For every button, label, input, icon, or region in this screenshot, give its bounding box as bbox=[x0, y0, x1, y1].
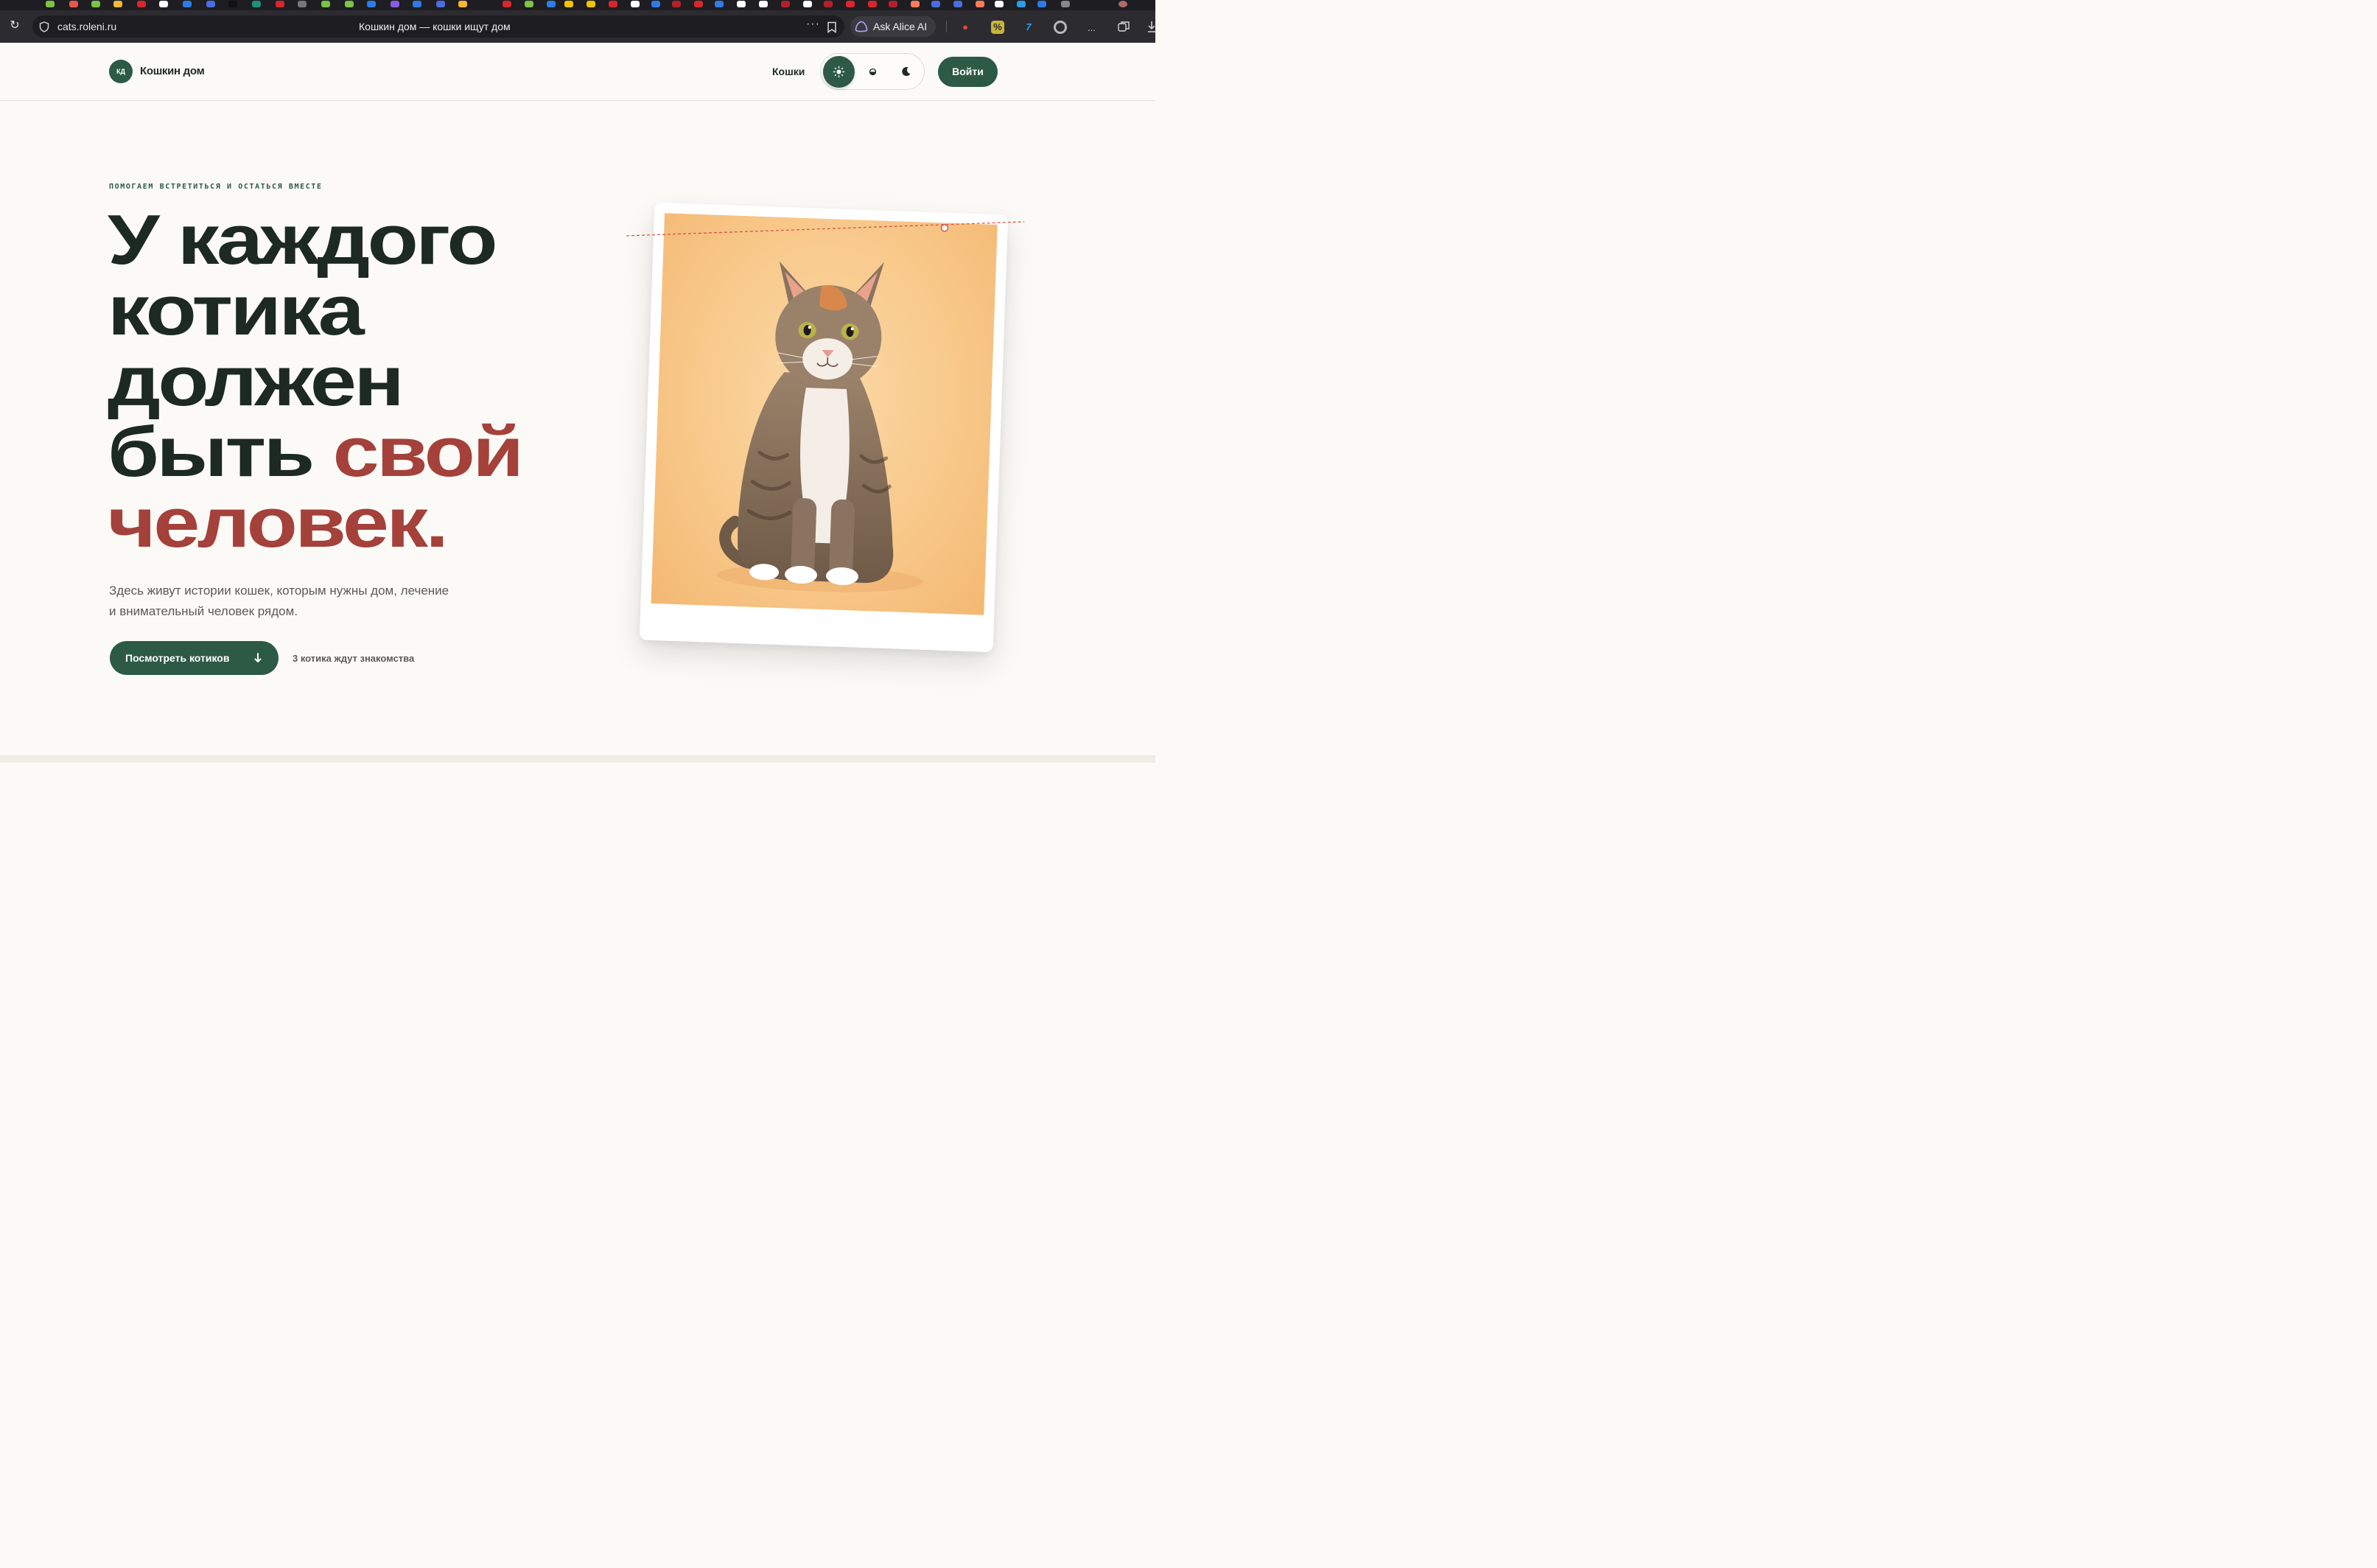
tab-favicon[interactable] bbox=[651, 1, 660, 7]
nav-link-cats[interactable]: Кошки bbox=[772, 66, 805, 77]
tab-favicon[interactable] bbox=[91, 1, 100, 7]
dashed-guide-line bbox=[626, 221, 1024, 237]
tab-favicon[interactable] bbox=[759, 1, 768, 7]
login-button[interactable]: Войти bbox=[938, 57, 998, 87]
headline-line: котика bbox=[108, 271, 365, 350]
circle-icon[interactable] bbox=[1054, 21, 1067, 34]
site-header: КД Кошкин дом Кошки Войти bbox=[0, 43, 1155, 101]
toolbar-divider bbox=[946, 21, 947, 32]
more-icon[interactable]: ··· bbox=[806, 18, 820, 31]
cat-illustration bbox=[716, 261, 923, 592]
hero-headline: У каждого котика должен быть свой челове… bbox=[108, 205, 699, 559]
browser-tab-strip[interactable] bbox=[0, 0, 1155, 10]
tab-favicon[interactable] bbox=[321, 1, 330, 7]
cat-photo bbox=[651, 213, 998, 615]
tab-favicon[interactable] bbox=[737, 1, 746, 7]
hero-lead-line: и внимательный человек рядом. bbox=[109, 604, 298, 618]
tab-favicon[interactable] bbox=[931, 1, 940, 7]
tab-favicon[interactable] bbox=[391, 1, 399, 7]
headline-accent: человек. bbox=[108, 483, 449, 562]
hero-lead: Здесь живут истории кошек, которым нужны… bbox=[109, 581, 522, 622]
tab-favicon[interactable] bbox=[868, 1, 877, 7]
tab-favicon[interactable] bbox=[781, 1, 790, 7]
tab-favicon[interactable] bbox=[46, 1, 55, 7]
tab-favicon[interactable] bbox=[413, 1, 421, 7]
headline-accent: свой bbox=[332, 413, 524, 491]
half-circle-icon bbox=[869, 68, 877, 76]
tab-favicon[interactable] bbox=[609, 1, 617, 7]
tab-favicon[interactable] bbox=[803, 1, 812, 7]
tab-favicon[interactable] bbox=[137, 1, 146, 7]
tab-favicon[interactable] bbox=[824, 1, 833, 7]
profile-avatar[interactable] bbox=[1119, 1, 1127, 7]
tab-favicon[interactable] bbox=[976, 1, 984, 7]
tab-favicon[interactable] bbox=[547, 1, 556, 7]
view-cats-button[interactable]: Посмотреть котиков bbox=[110, 641, 279, 675]
theme-switcher bbox=[820, 53, 925, 90]
extensions-overflow-icon[interactable]: ... bbox=[1088, 22, 1096, 33]
tab-favicon[interactable] bbox=[503, 1, 511, 7]
tab-favicon[interactable] bbox=[206, 1, 215, 7]
tab-favicon[interactable] bbox=[252, 1, 261, 7]
bookmark-icon[interactable] bbox=[827, 21, 837, 33]
reload-icon[interactable]: ↻ bbox=[7, 18, 22, 33]
view-cats-label: Посмотреть котиков bbox=[125, 652, 230, 664]
percent-icon[interactable]: % bbox=[991, 21, 1004, 34]
tabs-icon[interactable] bbox=[1117, 20, 1130, 33]
address-url[interactable]: cats.roleni.ru bbox=[57, 21, 116, 32]
tab-favicon[interactable] bbox=[1061, 1, 1070, 7]
tab-favicon[interactable] bbox=[1037, 1, 1046, 7]
sun-icon bbox=[833, 66, 845, 78]
tab-favicon[interactable] bbox=[846, 1, 855, 7]
section-divider bbox=[0, 755, 1155, 763]
headline-line: быть свой bbox=[108, 417, 699, 488]
tab-favicon[interactable] bbox=[159, 1, 168, 7]
hero-lead-line: Здесь живут истории кошек, которым нужны… bbox=[109, 584, 449, 598]
moon-icon bbox=[902, 67, 911, 77]
tab-favicon[interactable] bbox=[298, 1, 307, 7]
tab-favicon[interactable] bbox=[113, 1, 122, 7]
tab-favicon[interactable] bbox=[564, 1, 573, 7]
tab-favicon[interactable] bbox=[345, 1, 354, 7]
download-icon[interactable] bbox=[1147, 20, 1157, 33]
arrow-down-icon bbox=[254, 653, 262, 662]
headline-line: должен bbox=[108, 342, 405, 421]
tab-favicon[interactable] bbox=[367, 1, 376, 7]
theme-auto-button[interactable] bbox=[857, 56, 889, 88]
cat-polaroid bbox=[639, 202, 1009, 653]
headline-line: У каждого bbox=[108, 200, 498, 279]
hero-eyebrow: ПОМОГАЕМ ВСТРЕТИТЬСЯ И ОСТАТЬСЯ ВМЕСТЕ bbox=[109, 183, 323, 191]
theme-light-button[interactable] bbox=[823, 56, 855, 88]
browser-toolbar: ↻ cats.roleni.ru Кошкин дом — кошки ищут… bbox=[0, 10, 1155, 43]
tab-favicon[interactable] bbox=[276, 1, 284, 7]
tab-favicon[interactable] bbox=[889, 1, 897, 7]
headline-fragment: быть bbox=[108, 413, 333, 491]
tab-favicon[interactable] bbox=[228, 1, 237, 7]
logo-badge[interactable]: КД bbox=[109, 60, 133, 83]
tab-favicon[interactable] bbox=[911, 1, 920, 7]
theme-dark-button[interactable] bbox=[890, 56, 922, 88]
tab-favicon[interactable] bbox=[525, 1, 533, 7]
tab-favicon[interactable] bbox=[69, 1, 78, 7]
cats-waiting-count: 3 котика ждут знакомства bbox=[293, 653, 415, 664]
seven-icon[interactable]: 7 bbox=[1022, 21, 1035, 34]
tab-favicon[interactable] bbox=[1017, 1, 1026, 7]
tab-favicon[interactable] bbox=[436, 1, 445, 7]
tab-favicon[interactable] bbox=[458, 1, 467, 7]
tab-favicon[interactable] bbox=[672, 1, 681, 7]
tab-favicon[interactable] bbox=[631, 1, 640, 7]
tab-favicon[interactable] bbox=[587, 1, 595, 7]
tab-favicon[interactable] bbox=[694, 1, 703, 7]
alice-icon bbox=[855, 21, 868, 32]
tab-favicon[interactable] bbox=[953, 1, 962, 7]
tab-favicon[interactable] bbox=[183, 1, 192, 7]
tab-favicon[interactable] bbox=[715, 1, 724, 7]
ladybug-icon[interactable]: ● bbox=[959, 21, 972, 34]
ask-alice-label[interactable]: Ask Alice AI bbox=[873, 21, 927, 32]
page-title: Кошкин дом — кошки ищут дом bbox=[359, 21, 511, 32]
logo-name[interactable]: Кошкин дом bbox=[140, 65, 205, 77]
shield-icon[interactable] bbox=[39, 21, 49, 32]
tab-favicon[interactable] bbox=[995, 1, 1004, 7]
